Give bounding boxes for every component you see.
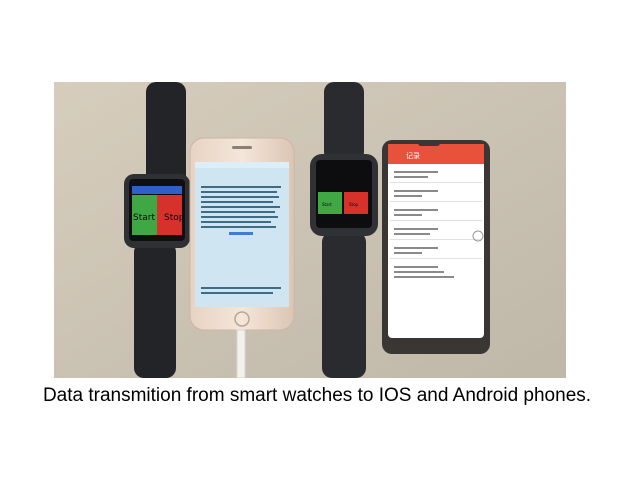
watch-strap-top [146, 82, 186, 186]
photo: Start Stop Start Stop 记录 [54, 82, 566, 378]
figure-caption: Data transmition from smart watches to I… [42, 385, 592, 406]
watch1-stop-label: Stop [164, 213, 185, 223]
watch-strap-bottom [322, 232, 366, 378]
watch1-start-label: Start [133, 213, 155, 223]
watch2-start-label: Start [322, 202, 332, 207]
watch-strap-bottom [134, 242, 176, 378]
android-header-title: 记录 [406, 152, 420, 160]
android-header [388, 144, 484, 164]
android-screen [388, 144, 484, 338]
android-phone: 记录 [382, 140, 490, 354]
watch-strap-top [324, 82, 364, 162]
watch2-stop-label: Stop [349, 202, 359, 207]
charging-cable [236, 329, 246, 378]
